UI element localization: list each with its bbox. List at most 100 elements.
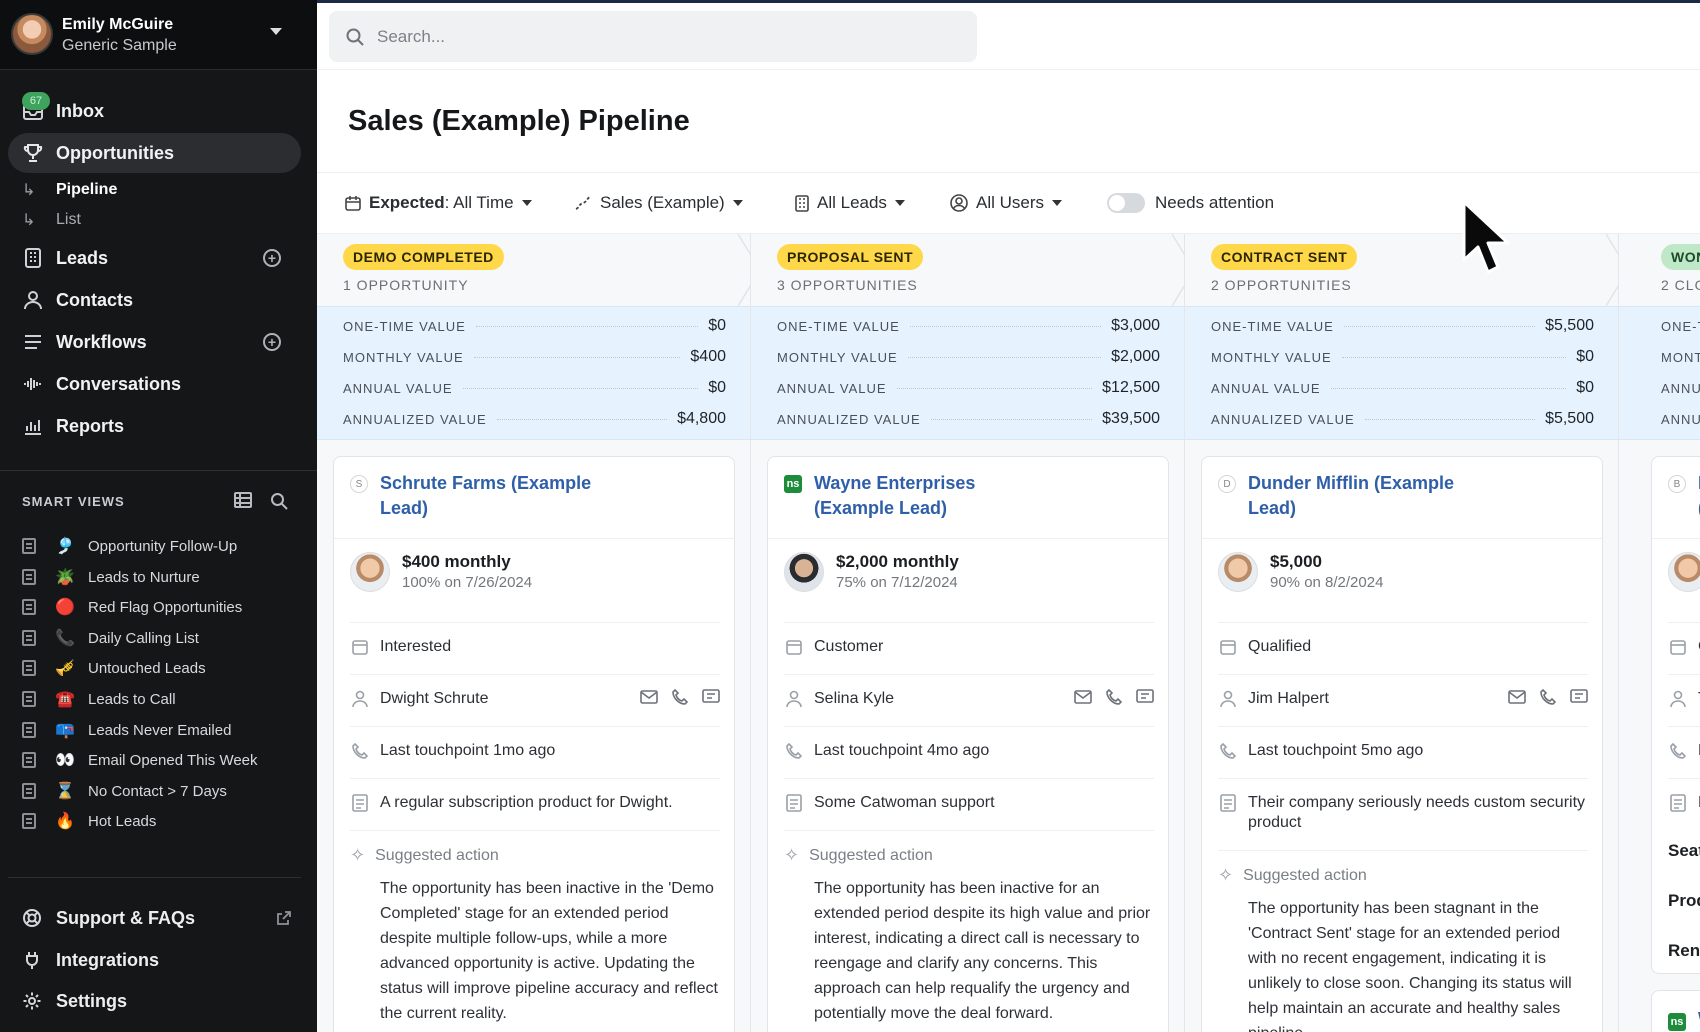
trophy-icon [22, 142, 44, 164]
smart-view-item[interactable]: 🔥 Hot Leads [22, 808, 156, 834]
status-icon [1218, 637, 1238, 657]
sidebar-item-inbox[interactable]: Inbox [8, 91, 301, 131]
document-icon [22, 599, 36, 615]
document-icon [22, 813, 36, 829]
search-bar[interactable]: Search... [329, 11, 977, 62]
support-faqs-link[interactable]: Support & FAQs [22, 903, 292, 933]
integrations-link[interactable]: Integrations [22, 945, 159, 975]
status-row: Qualified [1218, 622, 1588, 674]
email-icon[interactable] [1074, 689, 1092, 705]
leads-filter[interactable]: All Leads [795, 193, 905, 213]
opportunity-count: 3 OPPORTUNITIES [777, 277, 918, 293]
smart-view-item[interactable]: 📪 Leads Never Emailed [22, 717, 231, 743]
value-row: MONTHLY VALUE $400 [343, 348, 726, 365]
document-icon [22, 783, 36, 799]
smart-view-item[interactable]: ☎️ Leads to Call [22, 686, 176, 712]
suggested-action: ✧ Suggested action The opportunity has be… [1218, 850, 1588, 1032]
lead-name-link[interactable]: Wayne Enterprises (Example Lead) [814, 471, 1054, 521]
opportunity-card[interactable]: S Schrute Farms (Example Lead) $400 mont… [333, 456, 735, 1032]
value-row: MONTHLY VALUE $2,000 [777, 348, 1160, 365]
smart-view-item[interactable]: 👀 Email Opened This Week [22, 747, 258, 773]
emoji-icon: 🎐 [55, 538, 75, 555]
chevron-down-icon[interactable] [270, 28, 282, 35]
sidebar-item-reports[interactable]: Reports [8, 406, 301, 446]
opportunity-summary [1668, 552, 1700, 610]
phone-icon [784, 741, 804, 761]
chevron-down-icon [521, 200, 532, 206]
phone-icon[interactable] [1540, 689, 1556, 705]
document-icon [22, 722, 36, 738]
person-icon [22, 289, 44, 311]
column-header: PROPOSAL SENT 3 OPPORTUNITIES [751, 234, 1195, 306]
phone-icon[interactable] [1106, 689, 1122, 705]
stage-badge: CONTRACT SENT [1211, 244, 1358, 270]
smart-view-item[interactable]: 🎺 Untouched Leads [22, 655, 206, 681]
smart-view-item[interactable]: 📞 Daily Calling List [22, 625, 199, 651]
document-icon [22, 691, 36, 707]
lead-name-link[interactable]: Schrute Farms (Example Lead) [380, 471, 620, 521]
inbox-count-badge: 67 [22, 92, 50, 110]
toggle-switch[interactable] [1107, 193, 1145, 213]
sidebar-item-contacts[interactable]: Contacts [8, 280, 301, 320]
pipeline-icon [575, 196, 591, 210]
phone-icon[interactable] [672, 689, 688, 705]
pipeline-column-won: WON 2 CLOS ONE-TI MONTH ANNUA ANNUA B Bl… [1619, 234, 1700, 1032]
opportunity-amount: $400 monthly [402, 552, 511, 571]
value-row: MONTH [1661, 349, 1700, 365]
stage-badge: PROPOSAL SENT [777, 244, 924, 270]
opportunity-card[interactable]: D Dunder Mifflin (Example Lead) $5,000 9… [1201, 456, 1603, 1032]
message-icon[interactable] [702, 689, 720, 705]
email-icon[interactable] [1508, 689, 1526, 705]
opportunity-card[interactable]: B Bl(E Cu To La [1651, 456, 1700, 974]
search-input[interactable]: Search... [377, 27, 445, 47]
smart-view-item[interactable]: 🔴 Red Flag Opportunities [22, 594, 242, 620]
contact-row: Dwight Schrute [350, 674, 720, 726]
smart-views-tools [234, 492, 288, 515]
lead-initial-icon: B [1668, 475, 1686, 493]
lead-name-link[interactable]: Dunder Mifflin (Example Lead) [1248, 471, 1488, 521]
company-logo-icon: ns [1668, 1013, 1686, 1031]
smart-view-item[interactable]: 🎐 Opportunity Follow-Up [22, 533, 237, 559]
user-menu[interactable]: Emily McGuire Generic Sample [0, 0, 317, 70]
touchpoint-row: Last touchpoint 4mo ago [784, 726, 1154, 778]
users-filter[interactable]: All Users [950, 193, 1063, 213]
add-lead-icon[interactable]: + [263, 249, 281, 267]
return-arrow-icon: ↳ [22, 212, 36, 229]
pipeline-column-demo-completed: DEMO COMPLETED 1 OPPORTUNITY ONE-TIME VA… [317, 234, 761, 1032]
sidebar-item-label: Conversations [56, 373, 182, 394]
sidebar-item-workflows[interactable]: Workflows + [8, 322, 301, 362]
settings-link[interactable]: Settings [22, 986, 127, 1016]
value-row: MONTHLY VALUE $0 [1211, 348, 1594, 365]
value-row: ANNUA [1661, 380, 1700, 396]
opportunity-card[interactable]: ns W(E [1651, 990, 1700, 1032]
message-icon[interactable] [1136, 689, 1154, 705]
sidebar-item-conversations[interactable]: Conversations [8, 364, 301, 404]
sidebar-subitem-list[interactable]: ↳ List [22, 208, 81, 232]
column-header: DEMO COMPLETED 1 OPPORTUNITY [317, 234, 761, 306]
status-row: Cu [1668, 622, 1700, 674]
pipeline-filter[interactable]: Sales (Example) [574, 193, 743, 213]
status-row: Interested [350, 622, 720, 674]
opportunity-card[interactable]: ns Wayne Enterprises (Example Lead) $2,0… [767, 456, 1169, 1032]
emoji-icon: ☎️ [55, 691, 75, 708]
sparkle-icon: ✧ [1218, 865, 1234, 885]
table-view-icon[interactable] [234, 492, 252, 515]
sidebar-subitem-pipeline[interactable]: ↳ Pipeline [22, 178, 117, 202]
person-icon [1668, 689, 1688, 709]
mouse-cursor-icon [1462, 200, 1510, 274]
sidebar-item-leads[interactable]: Leads + [8, 238, 301, 278]
needs-attention-toggle[interactable]: Needs attention [1107, 193, 1274, 213]
card-header: B Bl(E [1652, 457, 1700, 539]
smart-view-item[interactable]: 🪴 Leads to Nurture [22, 564, 200, 590]
email-icon[interactable] [640, 689, 658, 705]
contact-row: Jim Halpert [1218, 674, 1588, 726]
add-workflow-icon[interactable]: + [263, 333, 281, 351]
opportunity-summary: $400 monthly 100% on 7/26/2024 [350, 552, 720, 610]
smart-view-item[interactable]: ⌛ No Contact > 7 Days [22, 778, 227, 804]
gear-icon [23, 992, 41, 1010]
sidebar-item-opportunities[interactable]: Opportunities [8, 133, 301, 173]
search-icon[interactable] [270, 492, 288, 515]
waveform-icon [22, 373, 44, 395]
expected-filter[interactable]: Expected: All Time [345, 193, 532, 213]
message-icon[interactable] [1570, 689, 1588, 705]
